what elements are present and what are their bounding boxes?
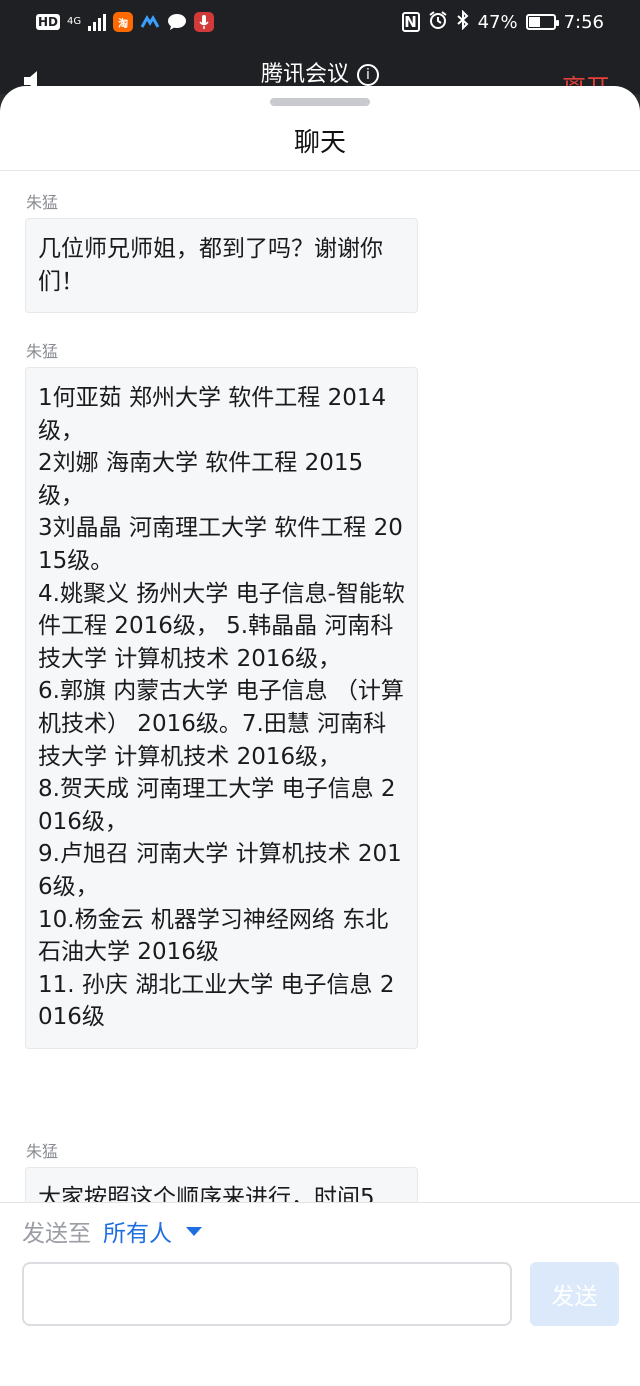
nfc-icon: N [401, 12, 420, 32]
microphone-app-icon [194, 12, 215, 32]
composer-divider [0, 1202, 640, 1203]
caret-down-icon[interactable] [186, 1226, 202, 1236]
clock: 7:56 [563, 11, 604, 33]
meeting-title-text: 腾讯会议 [260, 62, 349, 87]
message-list[interactable]: 朱猛 几位师兄师姐，都到了吗？谢谢你们！ 朱猛 1何亚茹 郑州大学 软件工程 2… [0, 171, 640, 1202]
send-to-target[interactable]: 所有人 [103, 1214, 172, 1248]
message-bubble[interactable]: 几位师兄师姐，都到了吗？谢谢你们！ [25, 218, 418, 314]
network-type: 4G [67, 16, 82, 27]
message-sender: 朱猛 [26, 342, 59, 361]
cloud-app-icon [140, 12, 160, 32]
send-to-selector[interactable]: 发送至 所有人 [22, 1214, 202, 1248]
taobao-app-icon: 淘 [113, 12, 134, 32]
status-bar-left: HD 4G 淘 [36, 10, 215, 34]
chat-sheet: 聊天 朱猛 几位师兄师姐，都到了吗？谢谢你们！ 朱猛 1何亚茹 郑州大学 软件工… [0, 86, 640, 1386]
hd-badge: HD [36, 14, 61, 30]
message-bubble[interactable]: 1何亚茹 郑州大学 软件工程 2014级， 2刘娜 海南大学 软件工程 2015… [25, 367, 418, 1049]
chat-bubble-icon [167, 12, 187, 32]
message-sender: 朱猛 [26, 1142, 59, 1161]
send-button[interactable]: 发送 [530, 1262, 619, 1326]
battery-icon [525, 14, 559, 30]
status-bar: HD 4G 淘 N 47% 7:56 [0, 0, 640, 44]
drag-handle[interactable] [270, 98, 370, 106]
alarm-icon [428, 10, 448, 35]
info-icon[interactable]: i [357, 64, 379, 86]
signal-icon [88, 13, 107, 31]
status-bar-right: N 47% 7:56 [401, 9, 604, 35]
bluetooth-icon [456, 9, 470, 35]
meeting-title: 腾讯会议 i [0, 56, 640, 88]
message-sender: 朱猛 [26, 193, 59, 212]
message-input[interactable] [22, 1262, 512, 1326]
chat-title: 聊天 [293, 128, 346, 158]
battery-percent: 47% [477, 11, 518, 33]
message-bubble[interactable]: 大家按照这个顺序来进行，时间5 [25, 1167, 418, 1202]
send-to-label: 发送至 [22, 1221, 91, 1247]
